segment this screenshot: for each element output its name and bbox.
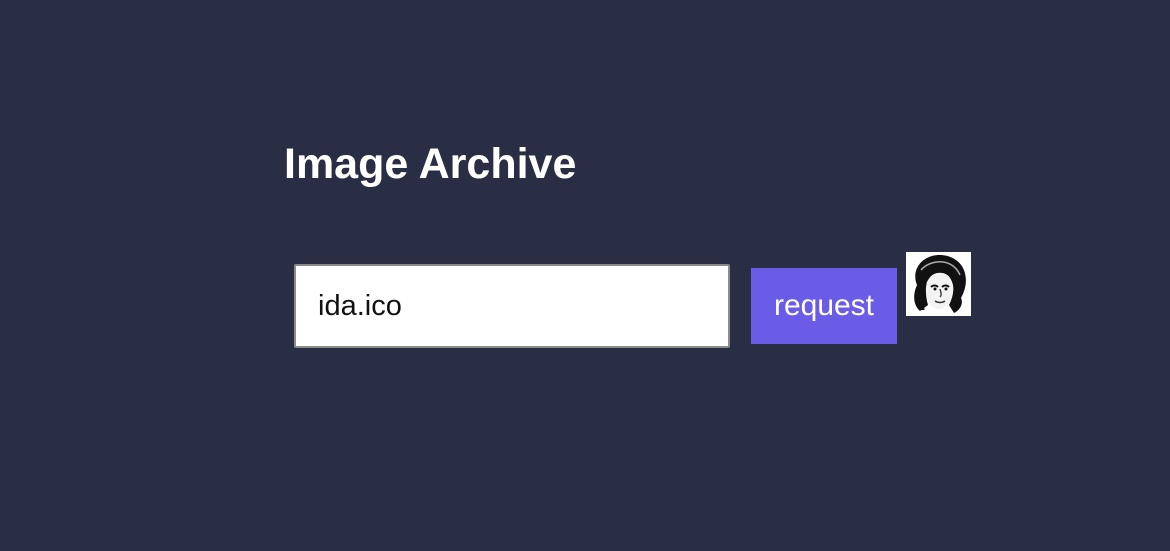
portrait-icon bbox=[906, 252, 971, 316]
request-button[interactable]: request bbox=[751, 268, 897, 344]
filename-input[interactable] bbox=[294, 264, 730, 348]
request-form: request bbox=[294, 252, 994, 352]
page-title: Image Archive bbox=[284, 140, 577, 188]
app-page: Image Archive request bbox=[0, 0, 1170, 551]
portrait-thumbnail bbox=[906, 252, 971, 316]
